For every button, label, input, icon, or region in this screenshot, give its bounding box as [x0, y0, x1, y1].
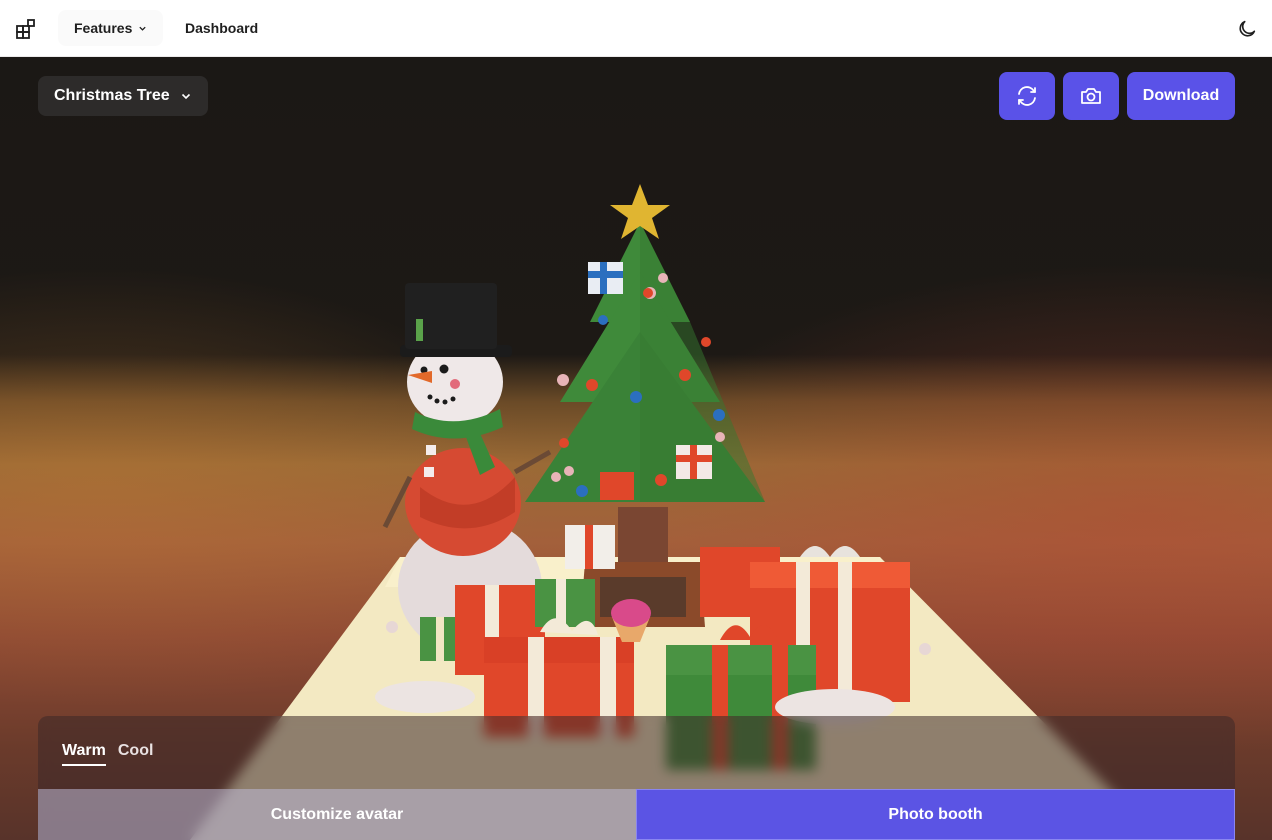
grid-blocks-icon[interactable] — [16, 18, 37, 39]
nav-features-label: Features — [74, 20, 133, 36]
camera-icon — [1081, 88, 1101, 104]
tab-warm[interactable]: Warm — [62, 742, 106, 766]
scene-selector-label: Christmas Tree — [54, 87, 170, 104]
photo-booth-button[interactable]: Photo booth — [636, 789, 1235, 840]
refresh-button[interactable] — [999, 72, 1055, 120]
tone-tabs: Warm Cool — [62, 742, 153, 766]
refresh-icon — [1018, 86, 1036, 106]
scene-selector[interactable]: Christmas Tree — [38, 76, 208, 116]
tab-cool[interactable]: Cool — [118, 742, 154, 766]
nav-dashboard-link[interactable]: Dashboard — [185, 10, 258, 46]
top-nav: Features Dashboard — [0, 0, 1272, 57]
nav-features-menu[interactable]: Features — [58, 10, 164, 46]
chevron-down-icon — [139, 26, 147, 31]
moon-icon[interactable] — [1236, 18, 1258, 40]
camera-button[interactable] — [1063, 72, 1119, 120]
download-button[interactable]: Download — [1127, 72, 1235, 120]
scene-stage[interactable]: Christmas Tree Download Warm Cool Custom… — [0, 57, 1272, 840]
customize-avatar-button[interactable]: Customize avatar — [38, 789, 636, 840]
bottom-control-panel: Warm Cool Customize avatar Photo booth — [38, 716, 1235, 840]
chevron-down-icon — [181, 93, 190, 100]
